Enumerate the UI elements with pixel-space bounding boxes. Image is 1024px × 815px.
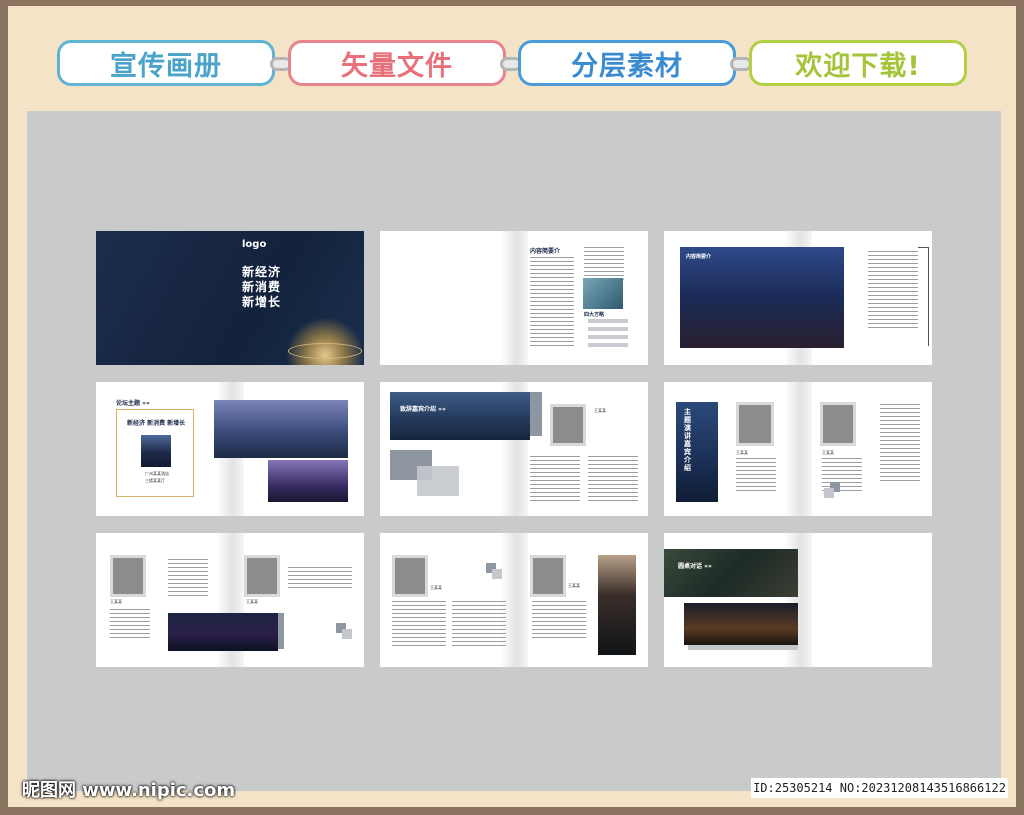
p6-title: 主题演讲嘉宾介绍 [684, 408, 691, 472]
p8-tower-photo [598, 555, 636, 655]
spread-content-photo: 内容简要介 [664, 231, 932, 365]
p5-text-1 [530, 456, 580, 504]
p2-sub: 四大方略 [584, 312, 605, 318]
spread-guest-intro: 致辞嘉宾介绍 »» 王某某 [380, 382, 648, 516]
spread-keynote-speakers: 主题演讲嘉宾介绍 王某某 王某某 [664, 382, 932, 516]
p8-text-2 [452, 601, 506, 649]
page-fold [500, 231, 528, 365]
cover-logo: logo [242, 239, 267, 250]
page-fold [784, 382, 812, 516]
p4-city-photo-1 [214, 400, 348, 458]
tag-layered-material: 分层素材 [518, 40, 736, 86]
p3-bracket [918, 247, 929, 346]
spread-roundtable: 圆桌对话 »» [664, 533, 932, 667]
p4-place: 广州某某酒店 [145, 471, 169, 476]
p5-text-2 [588, 456, 638, 504]
p7-portrait-1 [110, 555, 146, 597]
p5-title: 致辞嘉宾介绍 »» [400, 406, 446, 413]
p2-building-photo [583, 278, 623, 309]
p9-gray-bar [688, 645, 798, 650]
p7-name1: 王某某 [110, 599, 122, 604]
p5-square-2 [417, 466, 459, 496]
p2-bars [588, 319, 628, 347]
p4-photo [141, 435, 171, 467]
spread-speakers-2: 王某某 王某某 [96, 533, 364, 667]
p6-text-3 [880, 404, 920, 484]
p8-name2: 王某某 [568, 583, 580, 588]
p6-name2: 王某某 [822, 450, 834, 455]
p7-text-2 [110, 609, 150, 641]
p2-text-left [530, 257, 574, 349]
p8-text-1 [392, 601, 446, 649]
p6-name1: 王某某 [736, 450, 748, 455]
cover-ring [288, 343, 362, 359]
p8-text-3 [532, 601, 586, 641]
p4-hall: 三楼某某厅 [145, 478, 165, 483]
p6-text-1 [736, 458, 776, 494]
spread-cover: logo 新经济 新消费 新增长 [96, 231, 364, 365]
p7-name2: 王某某 [246, 599, 258, 604]
p3-title: 内容简要介 [686, 254, 712, 260]
p9-title: 圆桌对话 »» [678, 563, 712, 570]
p7-gray-bar [278, 613, 284, 649]
p5-banner-photo [390, 392, 530, 440]
p6-portrait-2 [820, 402, 856, 446]
p5-portrait [550, 404, 586, 446]
p8-square-2 [492, 569, 502, 579]
spread-forum-theme: 论坛主题 »» 新经济 新消费 新增长 广州某某酒店 三楼某某厅 [96, 382, 364, 516]
p8-portrait-1 [392, 555, 428, 597]
cover-line3: 新增长 [242, 295, 282, 309]
p7-night-photo [168, 613, 278, 651]
spread-content-intro: 内容简要介 四大方略 [380, 231, 648, 365]
p9-aerial-photo [664, 549, 798, 597]
p5-name: 王某某 [594, 408, 606, 413]
p7-text-3 [288, 567, 352, 591]
p8-name1: 王某某 [430, 585, 442, 590]
p4-title: 论坛主题 »» [116, 400, 150, 407]
p7-square-2 [342, 629, 352, 639]
tag-brochure: 宣传画册 [57, 40, 275, 86]
p4-city-photo-2 [268, 460, 348, 502]
p8-portrait-2 [530, 555, 566, 597]
tag-vector-file: 矢量文件 [288, 40, 506, 86]
p3-city-photo [680, 247, 844, 348]
p9-night-photo [684, 603, 798, 645]
p5-gray-block [530, 392, 542, 436]
p7-text-1 [168, 559, 208, 599]
spread-speakers-3: 王某某 王某某 [380, 533, 648, 667]
p7-portrait-2 [244, 555, 280, 597]
p6-square-2 [824, 488, 834, 498]
tag-welcome-download: 欢迎下载! [749, 40, 967, 86]
site-watermark: 昵图网 www.nipic.com [22, 780, 236, 801]
p2-title: 内容简要介 [530, 248, 561, 255]
p3-text [868, 251, 918, 331]
p6-vertical-photo [676, 402, 718, 502]
p4-box: 新经济 新消费 新增长 广州某某酒店 三楼某某厅 [116, 409, 194, 497]
p4-slogan: 新经济 新消费 新增长 [127, 420, 186, 427]
image-id-label: ID:25305214 NO:20231208143516866122 [751, 778, 1008, 798]
p6-portrait-1 [736, 402, 774, 446]
